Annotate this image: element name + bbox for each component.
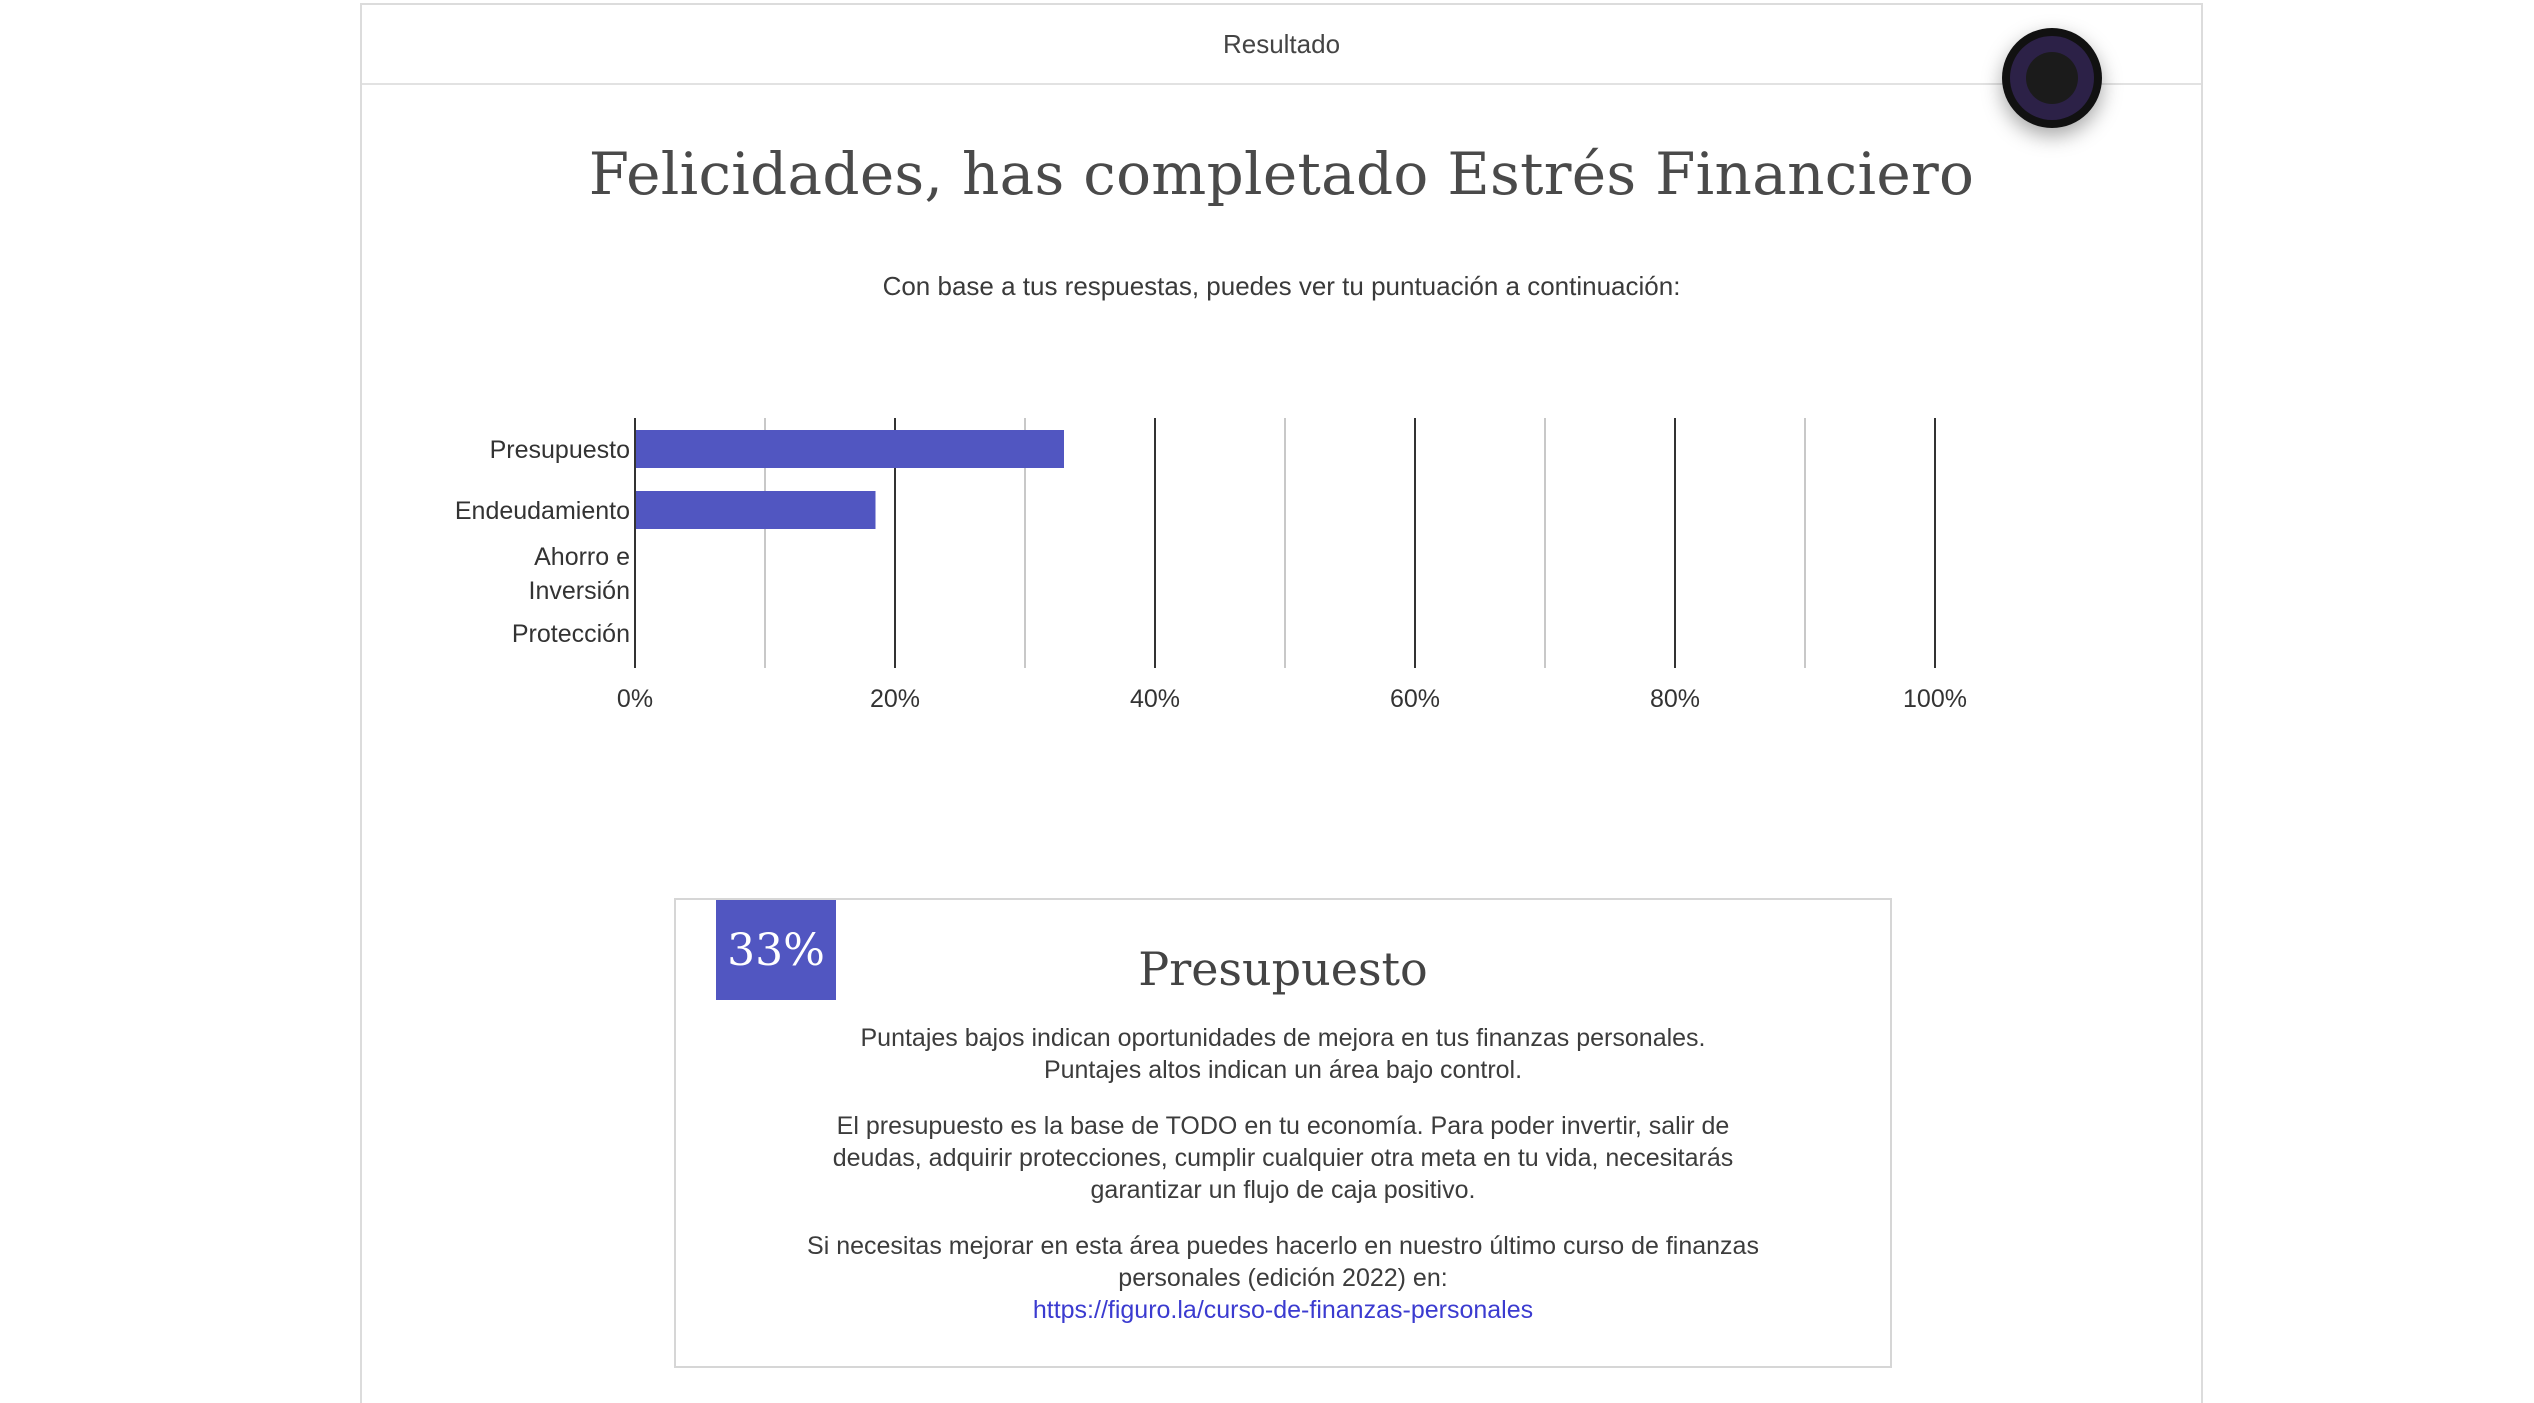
score-chart: 0% 20% 40% 60% 80% 100% Presupuesto Endeudamien… [362, 5, 2205, 765]
result-card: Resultado Felicidades, has completado Es… [360, 3, 2203, 1403]
x-tick-label: 100% [1903, 685, 1967, 713]
score-paragraph-2: El presupuesto es la base de TODO en tu … [832, 1112, 1734, 1204]
score-paragraph-1: Puntajes bajos indican oportunidades de … [796, 1022, 1770, 1086]
score-title: Presupuesto [1138, 942, 1428, 996]
x-tick-label: 20% [870, 685, 920, 713]
bar-presupuesto[interactable] [635, 430, 1064, 468]
category-label: Endeudamiento [455, 497, 630, 525]
course-link[interactable]: https://figuro.la/curso-de-finanzas-pers… [1033, 1296, 1533, 1324]
score-paragraph-3-text: Si necesitas mejorar en esta área puedes… [807, 1232, 1759, 1292]
score-chart-svg: 0% 20% 40% 60% 80% 100% Presupuesto Endeudamien… [455, 418, 1967, 713]
category-label: Protección [512, 620, 630, 648]
score-description: Puntajes bajos indican oportunidades de … [796, 1022, 1770, 1350]
x-tick-label: 40% [1130, 685, 1180, 713]
category-label: Presupuesto [490, 436, 630, 464]
category-label: Ahorro e Inversión [529, 543, 630, 605]
x-tick-label: 60% [1390, 685, 1440, 713]
score-card: 33% Presupuesto Puntajes bajos indican o… [674, 898, 1892, 1368]
x-tick-label: 0% [617, 685, 653, 713]
score-paragraph-1-line-2: Puntajes altos indican un área bajo cont… [1043, 1056, 1523, 1084]
score-paragraph-3: Si necesitas mejorar en esta área puedes… [796, 1230, 1770, 1326]
bar-endeudamiento[interactable] [635, 491, 876, 529]
x-tick-label: 80% [1650, 685, 1700, 713]
score-paragraph-1-line-1: Puntajes bajos indican oportunidades de … [860, 1024, 1706, 1052]
